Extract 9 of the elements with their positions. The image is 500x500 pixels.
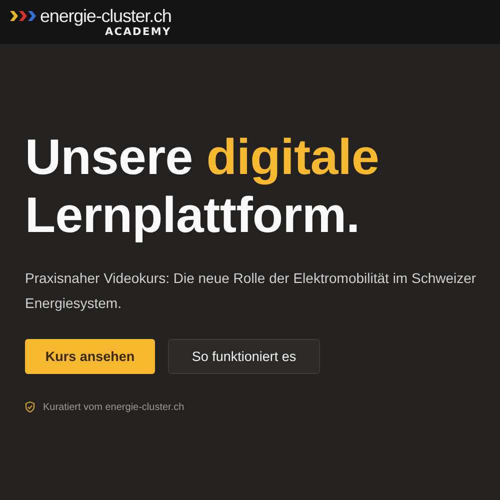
chevrons-icon (10, 11, 38, 21)
shield-check-icon (25, 401, 35, 413)
course-button[interactable]: Kurs ansehen (25, 339, 155, 374)
curator-note: Kuratiert vom energie-cluster.ch (43, 402, 184, 412)
subtitle: Praxisnaher Videokurs: Die neue Rolle der Elektromobilität im Schweizer Energiesystem. (25, 269, 478, 313)
logo-text: energie-cluster.ch (40, 6, 172, 26)
headline: Unsere digitale Lernplattform. (25, 128, 380, 244)
logo-subtext: ACADEMY (104, 26, 172, 38)
how-it-works-button[interactable]: So funktioniert es (168, 339, 320, 374)
